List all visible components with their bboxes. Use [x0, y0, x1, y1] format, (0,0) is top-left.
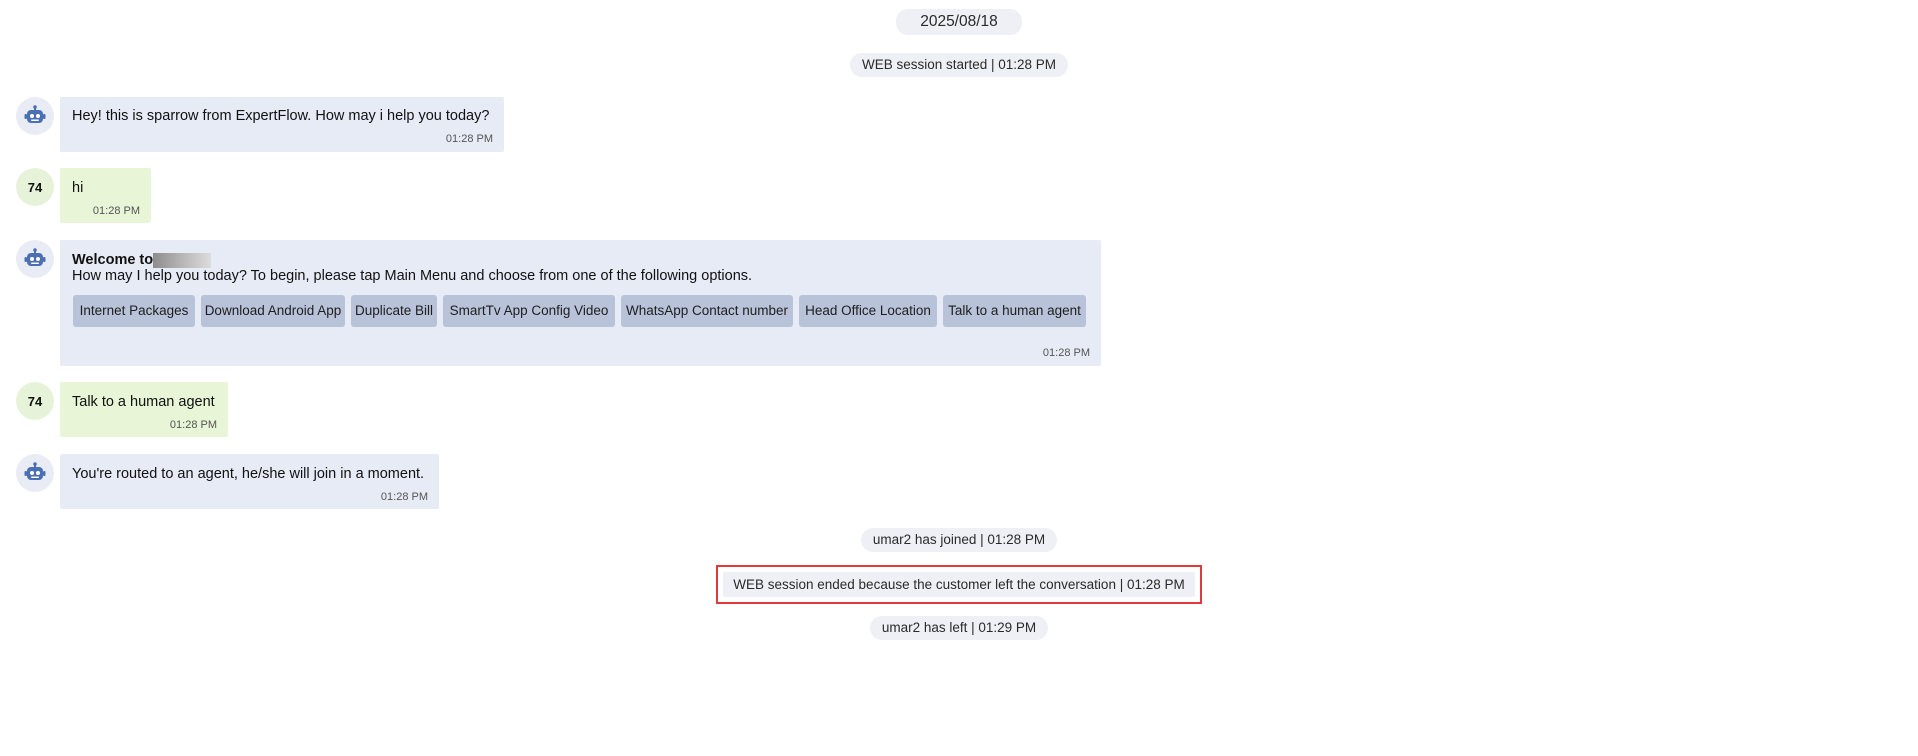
customer-avatar: 74 — [16, 382, 54, 420]
customer-initials: 74 — [27, 393, 43, 409]
agent-joined-label: umar2 has joined | 01:28 PM — [860, 528, 1058, 552]
message-timestamp: 01:28 PM — [1042, 347, 1090, 359]
customer-avatar: 74 — [16, 168, 54, 206]
session-ended-label: WEB session ended because the customer l… — [723, 572, 1195, 597]
message-timestamp: 01:28 PM — [92, 205, 140, 217]
customer-message-bubble: Talk to a human agent 01:28 PM — [60, 382, 228, 437]
message-text: Talk to a human agent — [72, 394, 215, 410]
welcome-title: Welcome to — [72, 252, 154, 268]
message-timestamp: 01:28 PM — [380, 491, 428, 503]
bot-message-bubble: You're routed to an agent, he/she will j… — [60, 454, 439, 509]
session-ended-highlight: WEB session ended because the customer l… — [716, 565, 1202, 604]
bot-avatar — [16, 454, 54, 492]
option-smarttv-app-config-video[interactable]: SmartTv App Config Video — [443, 295, 615, 327]
robot-icon — [24, 248, 46, 266]
message-text: hi — [72, 180, 84, 196]
message-timestamp: 01:28 PM — [445, 133, 493, 145]
bot-avatar — [16, 240, 54, 278]
message-timestamp: 01:28 PM — [169, 419, 217, 431]
option-download-android-app[interactable]: Download Android App — [201, 295, 345, 327]
option-whatsapp-contact-number[interactable]: WhatsApp Contact number — [621, 295, 793, 327]
customer-initials: 74 — [27, 179, 43, 195]
agent-joined-event: umar2 has joined | 01:28 PM — [0, 528, 1918, 552]
session-ended-event: WEB session ended because the customer l… — [0, 565, 1918, 604]
option-duplicate-bill[interactable]: Duplicate Bill — [351, 295, 437, 327]
option-talk-to-human-agent[interactable]: Talk to a human agent — [943, 295, 1086, 327]
robot-icon — [24, 105, 46, 123]
option-internet-packages[interactable]: Internet Packages — [73, 295, 195, 327]
session-started-label: WEB session started | 01:28 PM — [849, 53, 1069, 77]
session-started-event: WEB session started | 01:28 PM — [0, 53, 1918, 77]
bot-welcome-bubble: Welcome to How may I help you today? To … — [60, 240, 1101, 366]
bot-avatar — [16, 97, 54, 135]
option-head-office-location[interactable]: Head Office Location — [799, 295, 937, 327]
redacted-brand-name — [153, 253, 211, 268]
robot-icon — [24, 462, 46, 480]
date-separator: 2025/08/18 — [0, 9, 1918, 35]
agent-left-label: umar2 has left | 01:29 PM — [869, 616, 1049, 640]
bot-message-bubble: Hey! this is sparrow from ExpertFlow. Ho… — [60, 97, 504, 152]
message-text: Hey! this is sparrow from ExpertFlow. Ho… — [72, 108, 490, 124]
message-text: You're routed to an agent, he/she will j… — [72, 466, 425, 482]
welcome-text: How may I help you today? To begin, plea… — [72, 268, 753, 284]
date-label: 2025/08/18 — [896, 9, 1022, 35]
customer-message-bubble: hi 01:28 PM — [60, 168, 151, 223]
agent-left-event: umar2 has left | 01:29 PM — [0, 616, 1918, 640]
